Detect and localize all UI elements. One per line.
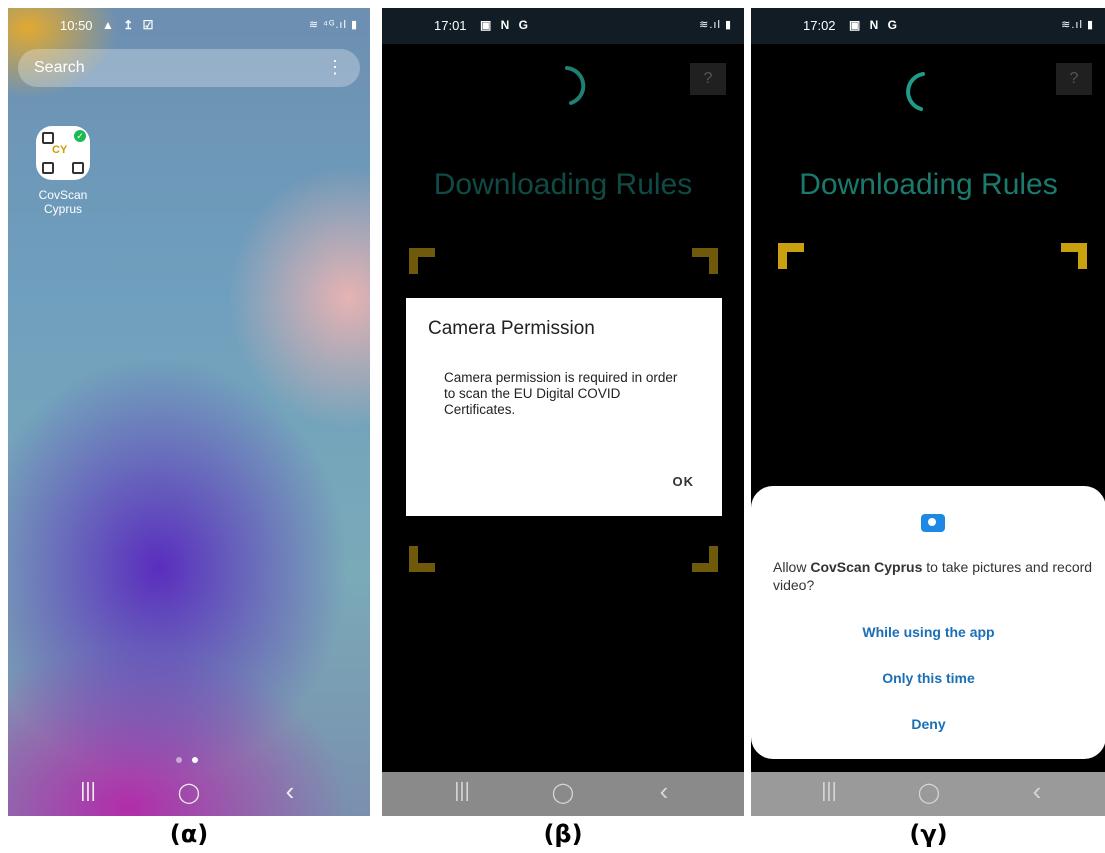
home-button[interactable]: ◯ bbox=[909, 780, 949, 805]
navigation-bar: ||| ◯ ‹ bbox=[382, 772, 744, 816]
navigation-bar: ||| ◯ ‹ bbox=[751, 772, 1105, 816]
scan-frame-corner-icon bbox=[778, 243, 804, 269]
downloading-rules-text: Downloading Rules bbox=[433, 168, 693, 201]
navigation-bar: ||| ◯ ‹ bbox=[8, 772, 370, 816]
page-indicator bbox=[176, 750, 208, 768]
dialog-message: Camera permission is required in order t… bbox=[444, 370, 678, 417]
caption-alpha: (α) bbox=[169, 820, 209, 848]
status-system-icons: ≋ ⁴ᴳ.ıl ▮ bbox=[308, 19, 358, 31]
page-dot bbox=[176, 757, 182, 763]
phone-system-permission-sheet: 17:02 ▣ N G ≋.ıl ▮ ? Downloading Rules A… bbox=[751, 8, 1105, 816]
status-time: 10:50 bbox=[60, 18, 93, 33]
camera-permission-dialog: Camera Permission Camera permission is r… bbox=[406, 298, 722, 516]
permission-app-name: CovScan Cyprus bbox=[810, 559, 923, 575]
qr-corner-icon bbox=[42, 162, 54, 174]
back-button[interactable]: ‹ bbox=[270, 776, 310, 807]
app-label[interactable]: CovScan Cyprus bbox=[22, 188, 104, 216]
deny-button[interactable]: Deny bbox=[751, 716, 1105, 732]
dialog-title: Camera Permission bbox=[428, 318, 595, 339]
scan-frame-corner-icon bbox=[1061, 243, 1087, 269]
search-placeholder: Search bbox=[34, 59, 85, 76]
scan-frame-corner-icon bbox=[409, 546, 435, 572]
more-options-icon[interactable]: ⋮ bbox=[326, 57, 344, 78]
qr-corner-icon bbox=[72, 162, 84, 174]
help-button[interactable]: ? bbox=[690, 63, 726, 95]
permission-request-sheet: Allow CovScan Cyprus to take pictures an… bbox=[751, 486, 1105, 759]
status-system-icons: ≋.ıl ▮ bbox=[699, 19, 732, 31]
status-notification-icons: ▲ ↥ ☑ bbox=[102, 18, 157, 32]
status-bar: 10:50 ▲ ↥ ☑ ≋ ⁴ᴳ.ıl ▮ bbox=[8, 8, 370, 44]
phone-home-screen: 10:50 ▲ ↥ ☑ ≋ ⁴ᴳ.ıl ▮ Search ⋮ CY ✓ CovS… bbox=[8, 8, 370, 816]
status-time: 17:02 bbox=[803, 18, 836, 33]
home-button[interactable]: ◯ bbox=[169, 780, 209, 805]
scan-frame-corner-icon bbox=[409, 248, 435, 274]
home-button[interactable]: ◯ bbox=[543, 780, 583, 805]
page-dot-active bbox=[192, 757, 198, 763]
permission-message-prefix: Allow bbox=[773, 559, 811, 575]
permission-message: Allow CovScan Cyprus to take pictures an… bbox=[773, 558, 1093, 594]
status-notification-icons: ▣ N G bbox=[849, 18, 901, 32]
status-bar: 17:02 ▣ N G ≋.ıl ▮ bbox=[751, 8, 1105, 44]
loading-spinner-icon bbox=[565, 66, 586, 105]
while-using-app-button[interactable]: While using the app bbox=[751, 624, 1105, 640]
recent-apps-button[interactable]: ||| bbox=[809, 780, 849, 803]
downloading-rules-text: Downloading Rules bbox=[799, 168, 1058, 201]
scan-frame-corner-icon bbox=[692, 546, 718, 572]
status-time: 17:01 bbox=[434, 18, 467, 33]
back-button[interactable]: ‹ bbox=[1017, 776, 1057, 807]
app-icon-text: CY bbox=[52, 144, 68, 156]
help-button[interactable]: ? bbox=[1056, 63, 1092, 95]
qr-corner-icon bbox=[42, 132, 54, 144]
status-system-icons: ≋.ıl ▮ bbox=[1061, 19, 1094, 31]
recent-apps-button[interactable]: ||| bbox=[442, 780, 482, 803]
ok-button[interactable]: OK bbox=[673, 474, 695, 489]
search-bar[interactable]: Search ⋮ bbox=[18, 49, 360, 87]
app-label-line2: Cyprus bbox=[43, 202, 82, 216]
status-notification-icons: ▣ N G bbox=[480, 18, 532, 32]
loading-spinner-icon bbox=[906, 72, 925, 111]
covscan-app-icon[interactable]: CY ✓ bbox=[36, 126, 90, 180]
only-this-time-button[interactable]: Only this time bbox=[751, 670, 1105, 686]
phone-camera-permission-dialog: 17:01 ▣ N G ≋.ıl ▮ ? Downloading Rules C… bbox=[382, 8, 744, 816]
check-icon: ✓ bbox=[74, 130, 86, 142]
status-bar: 17:01 ▣ N G ≋.ıl ▮ bbox=[382, 8, 744, 44]
camera-icon bbox=[921, 514, 945, 532]
app-label-line1: CovScan bbox=[38, 188, 88, 202]
back-button[interactable]: ‹ bbox=[644, 776, 684, 807]
caption-beta: (β) bbox=[543, 820, 583, 848]
caption-gamma: (γ) bbox=[909, 820, 948, 848]
recent-apps-button[interactable]: ||| bbox=[68, 780, 108, 803]
scan-frame-corner-icon bbox=[692, 248, 718, 274]
